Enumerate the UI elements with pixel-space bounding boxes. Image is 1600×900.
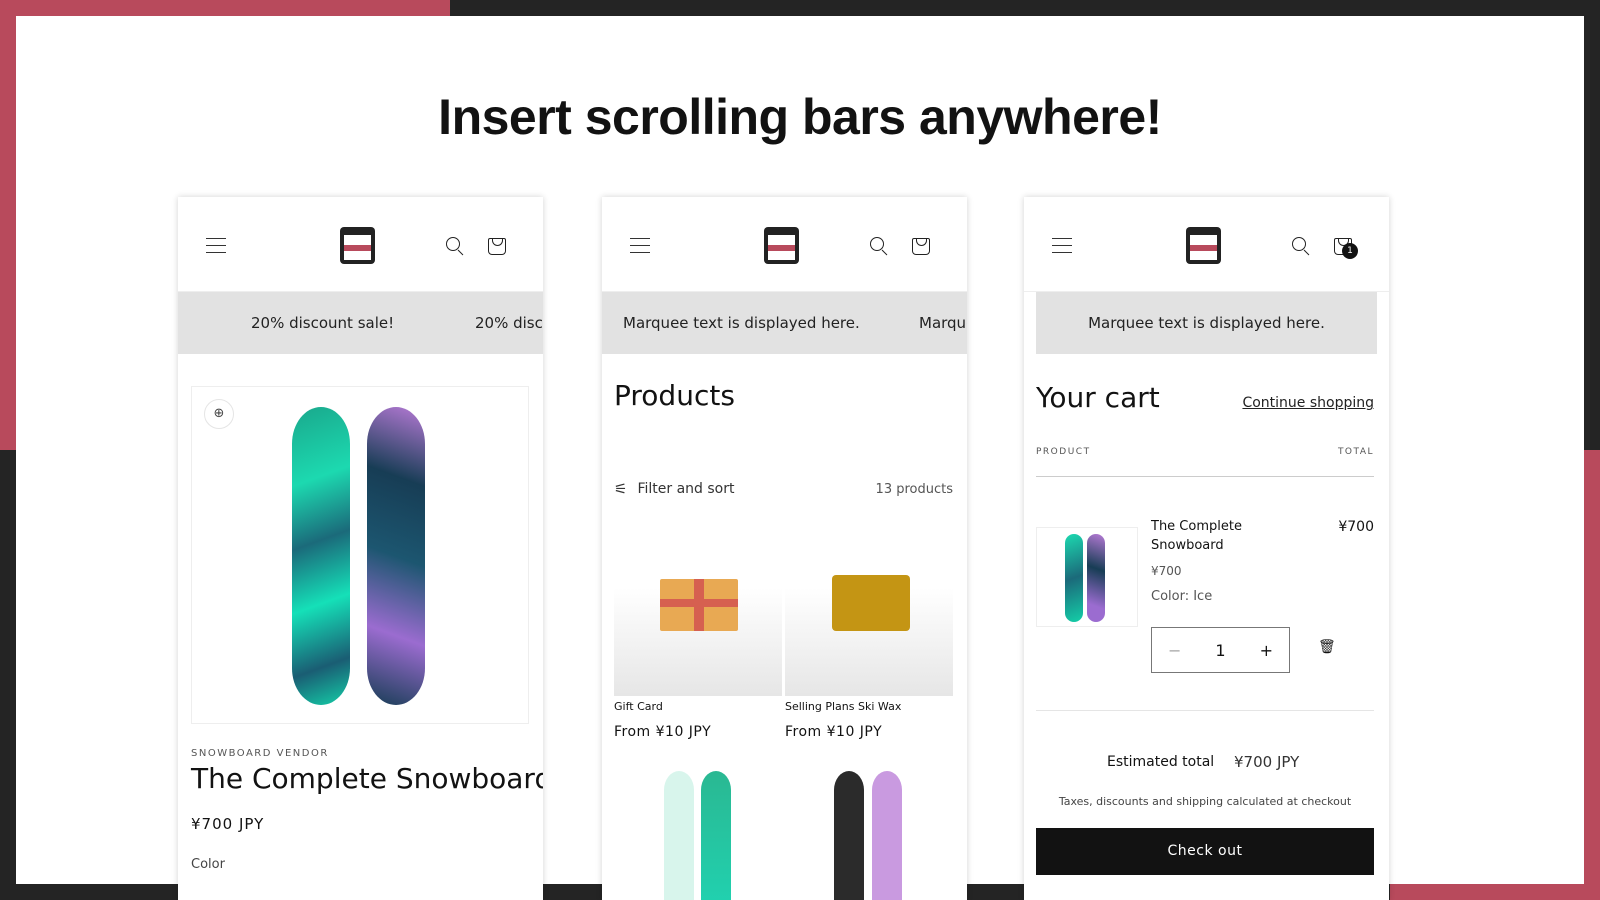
estimated-total-value: ¥700 JPY <box>1234 753 1300 771</box>
cart-count-badge: 1 <box>1342 243 1358 259</box>
snowboard-image <box>367 407 425 705</box>
cart-item-image[interactable] <box>1036 527 1138 627</box>
continue-shopping-link[interactable]: Continue shopping <box>1242 395 1374 411</box>
marquee-text: Marquee text is displayed here. <box>623 314 860 332</box>
checkout-button[interactable]: Check out <box>1036 828 1374 875</box>
divider <box>1036 476 1374 477</box>
product-price: From ¥10 JPY <box>614 724 712 740</box>
marquee-text: Marquee text is displayed here. <box>919 314 967 332</box>
gift-card-image <box>660 579 738 631</box>
snowboard-image <box>292 407 350 705</box>
cart-item-name[interactable]: The Complete Snowboard <box>1151 517 1271 555</box>
snowboard-image <box>1065 534 1083 622</box>
filter-label: Filter and sort <box>637 481 735 497</box>
search-icon[interactable] <box>1292 237 1306 251</box>
marquee-text: 20% discount sale! <box>475 314 543 332</box>
trash-icon[interactable]: 🗑 <box>1318 639 1336 655</box>
marquee-text: Marquee text is displayed here. <box>1088 314 1325 332</box>
menu-icon[interactable] <box>1052 238 1072 253</box>
checkout-note: Taxes, discounts and shipping calculated… <box>1058 795 1352 808</box>
logo-icon[interactable] <box>1186 227 1221 264</box>
product-page-preview: 20% discount sale! 20% discount sale! ⊕ … <box>178 197 543 900</box>
logo-icon[interactable] <box>764 227 799 264</box>
product-image[interactable]: ⊕ <box>191 386 529 724</box>
cart-icon[interactable] <box>912 238 930 255</box>
product-title: The Complete Snowboard <box>191 762 543 795</box>
search-icon[interactable] <box>870 237 884 251</box>
product-image[interactable] <box>614 579 782 696</box>
logo-icon[interactable] <box>340 227 375 264</box>
column-header-product: PRODUCT <box>1036 447 1091 457</box>
filter-icon: ⚟ <box>614 480 628 498</box>
column-header-total: TOTAL <box>1337 447 1374 457</box>
marquee-bar: 20% discount sale! 20% discount sale! <box>178 292 543 354</box>
marquee-text: 20% discount sale! <box>251 314 395 332</box>
product-name[interactable]: Gift Card <box>614 700 663 713</box>
collection-page-preview: Marquee text is displayed here. Marquee … <box>602 197 967 900</box>
cart-item-price: ¥700 <box>1151 564 1182 578</box>
headline: Insert scrolling bars anywhere! <box>438 89 1162 145</box>
product-count: 13 products <box>875 482 953 497</box>
product-name[interactable]: Selling Plans Ski Wax <box>785 700 901 713</box>
marquee-bar: Marquee text is displayed here. <box>1036 292 1377 354</box>
minus-icon[interactable]: − <box>1168 641 1181 660</box>
option-label: Color <box>191 857 225 872</box>
divider <box>1036 710 1374 711</box>
snowboard-image <box>1087 534 1105 622</box>
cart-item-total: ¥700 <box>1338 519 1374 535</box>
store-header: 1 <box>1024 197 1389 292</box>
filter-button[interactable]: ⚟ Filter and sort <box>614 480 734 498</box>
snowboard-image <box>872 771 902 900</box>
product-price: From ¥10 JPY <box>785 724 883 740</box>
plus-icon[interactable]: + <box>1260 641 1273 660</box>
search-icon[interactable] <box>446 237 460 251</box>
menu-icon[interactable] <box>630 238 650 253</box>
page-title: Products <box>614 379 735 412</box>
cart-item-variant: Color: Ice <box>1151 589 1213 604</box>
snowboard-image <box>834 771 864 900</box>
estimated-total-label: Estimated total <box>1107 754 1215 770</box>
zoom-icon[interactable]: ⊕ <box>204 399 234 429</box>
store-header <box>178 197 543 292</box>
store-header <box>602 197 967 292</box>
product-price: ¥700 JPY <box>191 815 265 833</box>
marquee-bar: Marquee text is displayed here. Marquee … <box>602 292 967 354</box>
snowboard-image <box>664 771 694 900</box>
menu-icon[interactable] <box>206 238 226 253</box>
page-title: Your cart <box>1036 381 1160 414</box>
quantity-stepper[interactable]: − 1 + <box>1151 627 1290 673</box>
ski-wax-image <box>832 575 910 631</box>
cart-icon[interactable] <box>488 238 506 255</box>
quantity-value[interactable]: 1 <box>1215 641 1225 660</box>
cart-page-preview: 1 Marquee text is displayed here. Your c… <box>1024 197 1389 900</box>
vendor: SNOWBOARD VENDOR <box>191 748 329 759</box>
snowboard-image <box>701 771 731 900</box>
product-image[interactable] <box>785 575 953 696</box>
